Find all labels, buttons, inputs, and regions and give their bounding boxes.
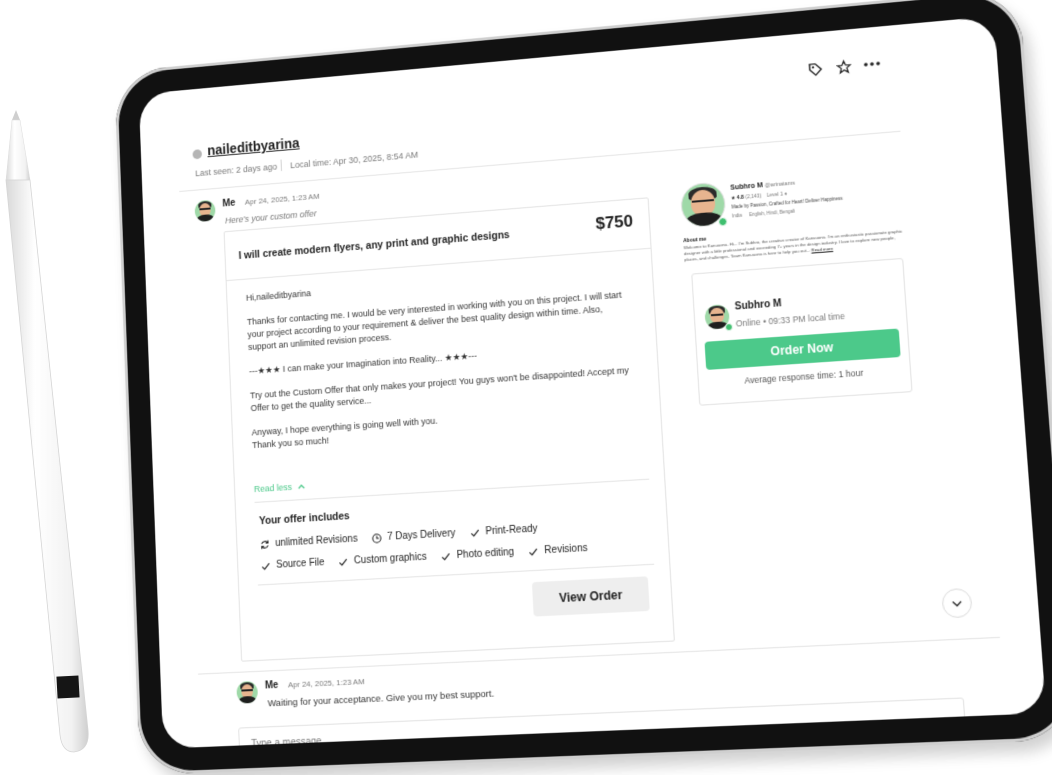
avatar [194, 200, 215, 223]
chat-username[interactable]: naileditbyarina [207, 135, 300, 158]
profile-rating: ★ 4.8 [731, 195, 744, 202]
include-label: Photo editing [456, 547, 514, 561]
contact-name: Subhro M [734, 298, 781, 312]
chevron-up-icon [297, 483, 305, 489]
message-text: Waiting for your acceptance. Give you my… [267, 688, 494, 709]
read-less-link[interactable]: Read less [254, 481, 305, 494]
profile-country: India [732, 213, 742, 219]
online-dot [718, 217, 728, 227]
clock-icon [372, 533, 382, 543]
profile-handle: @arinatams [765, 181, 796, 189]
read-less-label: Read less [254, 482, 292, 494]
star-icon[interactable] [831, 55, 855, 79]
tag-icon[interactable] [803, 57, 827, 81]
scroll-down-button[interactable] [941, 588, 973, 619]
include-label: Print-Ready [485, 523, 538, 537]
read-more-link[interactable]: Read more [811, 246, 833, 253]
description-divider [255, 479, 650, 503]
includes-title: Your offer includes [259, 510, 350, 527]
offer-description: Hi,naileditbyarina Thanks for contacting… [246, 264, 636, 453]
refresh-icon [260, 539, 270, 549]
message-sender: Me [265, 680, 279, 692]
include-item: 7 Days Delivery [372, 528, 456, 544]
offer-title: I will create modern flyers, any print a… [238, 226, 554, 262]
message-timestamp: Apr 24, 2025, 1:23 AM [245, 192, 320, 207]
custom-offer-card: I will create modern flyers, any print a… [224, 197, 675, 661]
profile-name: Subhro M [730, 182, 763, 192]
include-label: unlimited Revisions [275, 534, 358, 549]
more-icon[interactable] [860, 52, 884, 76]
check-icon [261, 561, 271, 571]
include-item: unlimited Revisions [260, 534, 358, 550]
include-item: Revisions [528, 543, 588, 557]
contact-card: Subhro M Online • 09:33 PM local time Or… [691, 258, 912, 406]
offline-dot [192, 149, 202, 159]
include-item: Photo editing [441, 547, 515, 562]
profile-reviews: (2,143) [745, 193, 761, 200]
profile-languages: English, Hindi, Bengali [749, 209, 795, 218]
tablet-frame: naileditbyarina Last seen: 2 days ago Lo… [114, 0, 1052, 775]
message-timestamp: Apr 24, 2025, 1:23 AM [288, 677, 365, 689]
include-label: Source File [276, 557, 325, 570]
include-item: Custom graphics [338, 552, 427, 568]
offer-price: $750 [595, 211, 634, 234]
check-icon [470, 527, 480, 538]
chevron-down-icon [951, 599, 962, 607]
order-now-button[interactable]: Order Now [705, 328, 901, 369]
view-order-button[interactable]: View Order [532, 576, 650, 616]
about-text: Welcome to Kanuuona. Hi... I'm Subhro, t… [683, 228, 904, 263]
profile-header: Subhro M @arinatams [730, 180, 795, 192]
include-label: 7 Days Delivery [387, 528, 456, 543]
check-icon [528, 546, 538, 557]
include-label: Custom graphics [354, 552, 427, 567]
message-placeholder: Type a message... [251, 736, 330, 749]
include-label: Revisions [544, 543, 588, 556]
last-seen: Last seen: 2 days ago [195, 162, 277, 178]
message-sender: Me [222, 198, 235, 210]
about-body: Welcome to Kanuuona. Hi... I'm Subhro, t… [683, 229, 902, 263]
include-item: Print-Ready [470, 523, 538, 538]
header-divider [281, 159, 282, 171]
pencil-illustration [0, 110, 100, 760]
profile-level: Level 1 ♦ [767, 191, 788, 199]
tablet-device: naileditbyarina Last seen: 2 days ago Lo… [96, 0, 1052, 761]
local-time: Local time: Apr 30, 2025, 8:54 AM [290, 150, 418, 170]
avatar [236, 681, 258, 704]
include-item: Source File [261, 557, 325, 571]
offer-subtitle: Here's your custom offer [225, 208, 317, 225]
check-icon [441, 551, 451, 562]
contact-status: Online • 09:33 PM local time [735, 311, 845, 329]
profile-meta: India English, Hindi, Bengali [732, 209, 795, 219]
check-icon [338, 556, 348, 566]
chat-screen: naileditbyarina Last seen: 2 days ago Lo… [139, 16, 1047, 749]
online-dot [725, 323, 734, 332]
